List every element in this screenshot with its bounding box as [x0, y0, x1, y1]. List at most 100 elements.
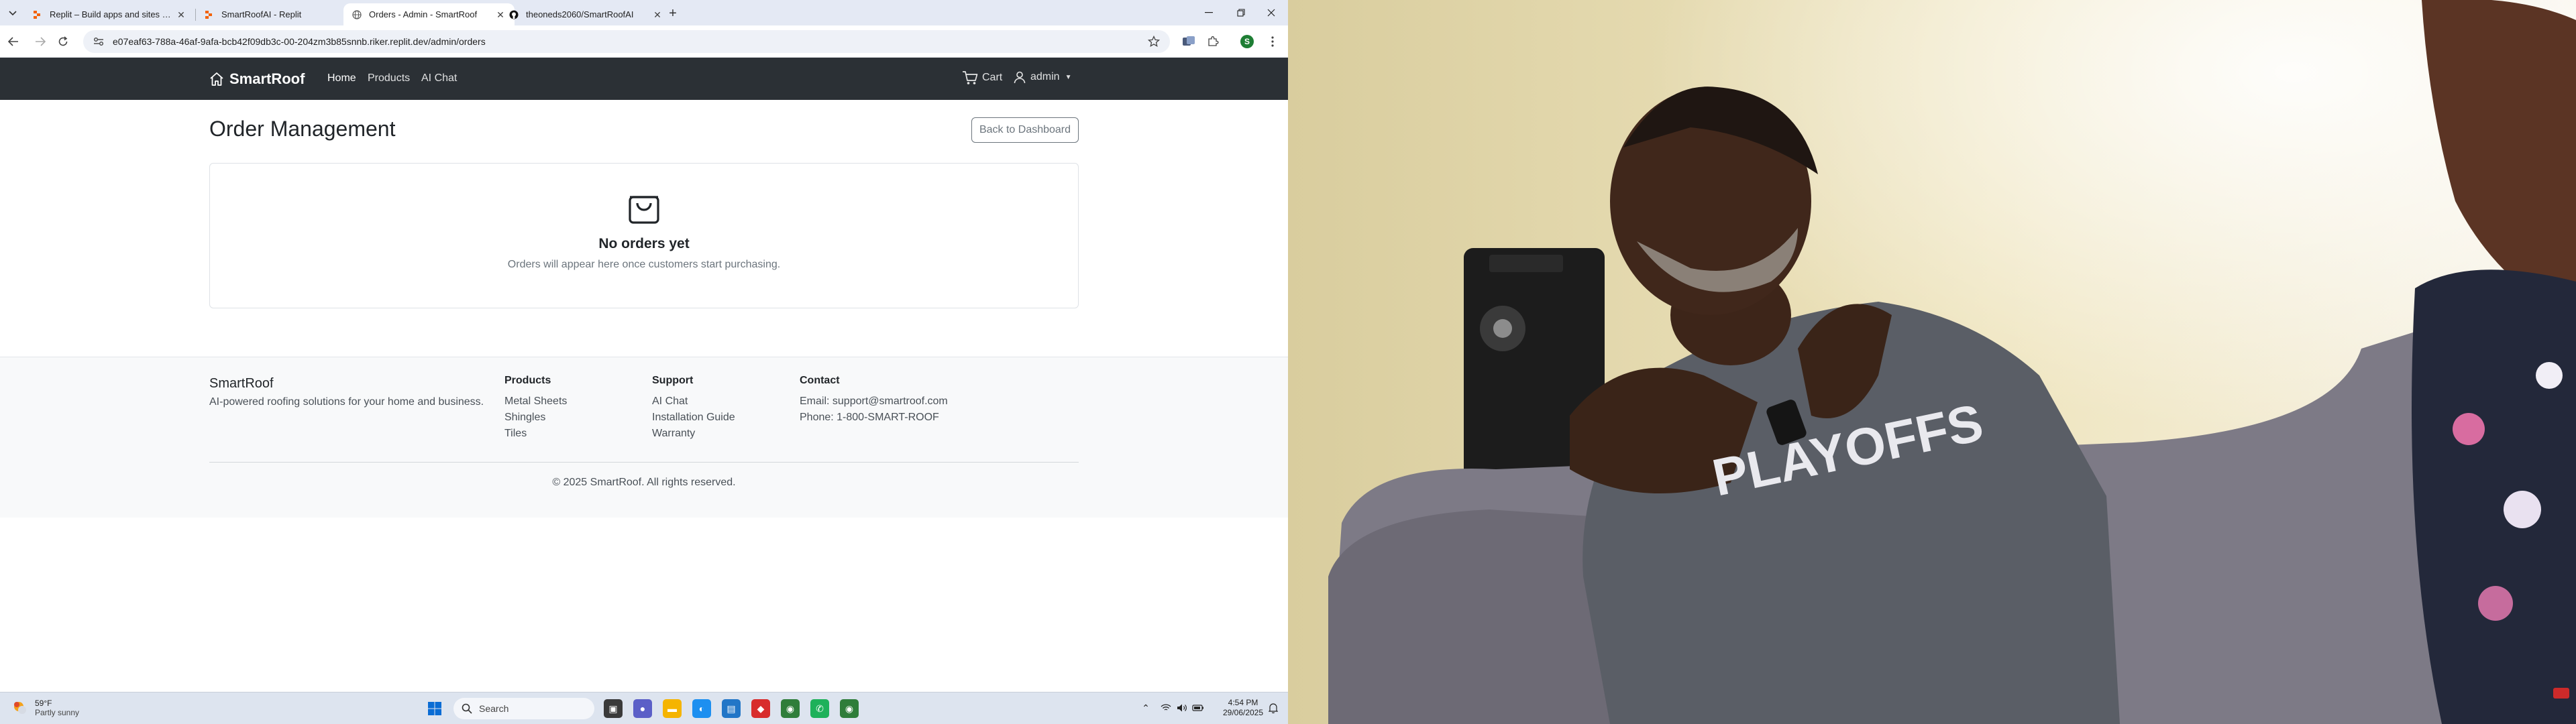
footer-contact-phone: Phone: 1-800-SMART-ROOF	[800, 412, 939, 423]
site-brand-link[interactable]: SmartRoof	[209, 70, 305, 88]
replit-icon	[32, 9, 43, 20]
empty-state-message: Orders will appear here once customers s…	[507, 259, 781, 270]
url-text: e07eaf63-788a-46af-9afa-bcb42f09db3c-00-…	[113, 36, 486, 47]
weather-temperature: 59°F	[35, 699, 52, 708]
star-icon	[1148, 36, 1160, 48]
weather-widget[interactable]: 59°F Partly sunny	[11, 699, 79, 717]
page-title: Order Management	[209, 117, 396, 141]
forward-button[interactable]	[32, 34, 48, 50]
minimize-icon	[1205, 12, 1213, 13]
tab-orders-admin[interactable]: Orders - Admin - SmartRoof ✕	[343, 3, 515, 25]
kebab-menu-icon	[1271, 36, 1274, 47]
house-icon	[209, 72, 224, 86]
browser-menu-button[interactable]	[1265, 34, 1281, 50]
taskbar-search-box[interactable]: Search	[453, 698, 594, 719]
search-placeholder: Search	[479, 703, 509, 714]
clock-time: 4:54 PM	[1228, 698, 1258, 707]
chrome-profile-icon[interactable]: ◉	[840, 699, 859, 718]
web-page: SmartRoof Home Products AI Chat Cart adm…	[0, 58, 1288, 692]
close-icon	[1267, 9, 1275, 17]
tab-strip: Replit – Build apps and sites with AI ✕ …	[0, 0, 1288, 25]
footer-link-installation-guide[interactable]: Installation Guide	[652, 410, 735, 426]
footer-copyright: © 2025 SmartRoof. All rights reserved.	[552, 477, 736, 488]
globe-icon	[352, 9, 362, 20]
footer-link-ai-chat[interactable]: AI Chat	[652, 394, 735, 410]
new-tab-button[interactable]: +	[664, 5, 682, 23]
tab-title: Replit – Build apps and sites with AI	[50, 9, 171, 19]
brand-name: SmartRoof	[229, 70, 305, 87]
windows-taskbar: 59°F Partly sunny Search ▣ ● ▬ ◐ ▤ ◆ ◉ ✆…	[0, 692, 1288, 724]
restore-icon	[1237, 9, 1245, 17]
footer-link-warranty[interactable]: Warranty	[652, 426, 735, 442]
tab-github[interactable]: theoneds2060/SmartRoofAI ✕	[500, 3, 672, 25]
replit-icon	[204, 9, 215, 20]
address-bar[interactable]: e07eaf63-788a-46af-9afa-bcb42f09db3c-00-…	[83, 30, 1170, 53]
browser-window: Replit – Build apps and sites with AI ✕ …	[0, 0, 1288, 692]
empty-state-title: No orders yet	[598, 236, 690, 251]
user-name: admin	[1030, 71, 1060, 82]
task-view-icon[interactable]: ▣	[604, 699, 623, 718]
arrow-left-icon	[8, 37, 18, 46]
tab-title: Orders - Admin - SmartRoof	[369, 9, 478, 19]
teams-chat-icon[interactable]: ●	[633, 699, 652, 718]
footer-tagline: AI-powered roofing solutions for your ho…	[209, 396, 484, 408]
wifi-icon[interactable]	[1159, 701, 1173, 715]
tab-title: SmartRoofAI - Replit	[221, 9, 302, 19]
app-icon[interactable]: ◆	[751, 699, 770, 718]
file-explorer-icon[interactable]: ▬	[663, 699, 682, 718]
clock-date: 29/06/2025	[1222, 708, 1264, 717]
tab-replit-home[interactable]: Replit – Build apps and sites with AI ✕	[24, 3, 195, 25]
nav-home-link[interactable]: Home	[327, 72, 356, 84]
nav-ai-chat-link[interactable]: AI Chat	[421, 72, 457, 84]
edge-icon[interactable]: ◐	[692, 699, 711, 718]
tray-overflow-icon[interactable]: ⌃	[1139, 701, 1152, 715]
site-footer: SmartRoof AI-powered roofing solutions f…	[0, 357, 1288, 518]
back-button[interactable]	[5, 34, 21, 50]
profile-avatar[interactable]: S	[1240, 35, 1254, 48]
footer-brand: SmartRoof	[209, 376, 274, 391]
minimize-button[interactable]	[1195, 3, 1222, 22]
volume-icon[interactable]	[1175, 701, 1189, 715]
footer-link-tiles[interactable]: Tiles	[504, 426, 567, 442]
taskbar-clock[interactable]: 4:54 PM 29/06/2025	[1213, 698, 1273, 718]
windows-logo-icon	[428, 702, 441, 715]
browser-toolbar: e07eaf63-788a-46af-9afa-bcb42f09db3c-00-…	[0, 25, 1288, 58]
footer-divider	[209, 462, 1079, 463]
tab-search-button[interactable]	[5, 6, 20, 21]
restore-button[interactable]	[1228, 3, 1254, 22]
search-icon	[462, 703, 472, 714]
reload-button[interactable]	[55, 34, 71, 50]
bookmark-star-button[interactable]	[1146, 34, 1162, 50]
cart-icon	[962, 70, 978, 85]
translate-icon	[1183, 36, 1195, 46]
back-to-dashboard-button[interactable]: Back to Dashboard	[971, 117, 1079, 143]
cart-label: Cart	[982, 72, 1003, 83]
whatsapp-icon[interactable]: ✆	[810, 699, 829, 718]
user-dropdown[interactable]: admin ▼	[1013, 70, 1071, 84]
caret-down-icon: ▼	[1065, 73, 1072, 81]
weather-condition: Partly sunny	[35, 708, 80, 717]
weather-sun-icon	[11, 699, 30, 717]
start-button[interactable]	[425, 699, 444, 718]
close-icon[interactable]: ✕	[175, 9, 187, 21]
tab-smartroofai-replit[interactable]: SmartRoofAI - Replit ✕	[196, 3, 367, 25]
arrow-right-icon	[36, 37, 46, 46]
puzzle-icon	[1208, 36, 1219, 46]
site-info-icon[interactable]	[93, 36, 105, 48]
nav-products-link[interactable]: Products	[368, 72, 410, 84]
shopping-bag-icon	[629, 196, 659, 224]
chrome-icon[interactable]: ◉	[781, 699, 800, 718]
extensions-button[interactable]	[1205, 34, 1221, 50]
site-navbar: SmartRoof Home Products AI Chat Cart adm…	[0, 58, 1288, 100]
notification-bell-icon[interactable]	[1267, 701, 1280, 715]
close-icon[interactable]: ✕	[651, 9, 663, 21]
extension-button[interactable]	[1181, 34, 1197, 50]
cart-link[interactable]: Cart	[962, 70, 1002, 85]
store-icon[interactable]: ▤	[722, 699, 741, 718]
battery-icon[interactable]	[1191, 701, 1205, 715]
footer-link-shingles[interactable]: Shingles	[504, 410, 567, 426]
footer-link-metal-sheets[interactable]: Metal Sheets	[504, 394, 567, 410]
close-window-button[interactable]	[1258, 3, 1285, 22]
chevron-down-icon	[9, 11, 17, 16]
tab-title: theoneds2060/SmartRoofAI	[526, 9, 634, 19]
